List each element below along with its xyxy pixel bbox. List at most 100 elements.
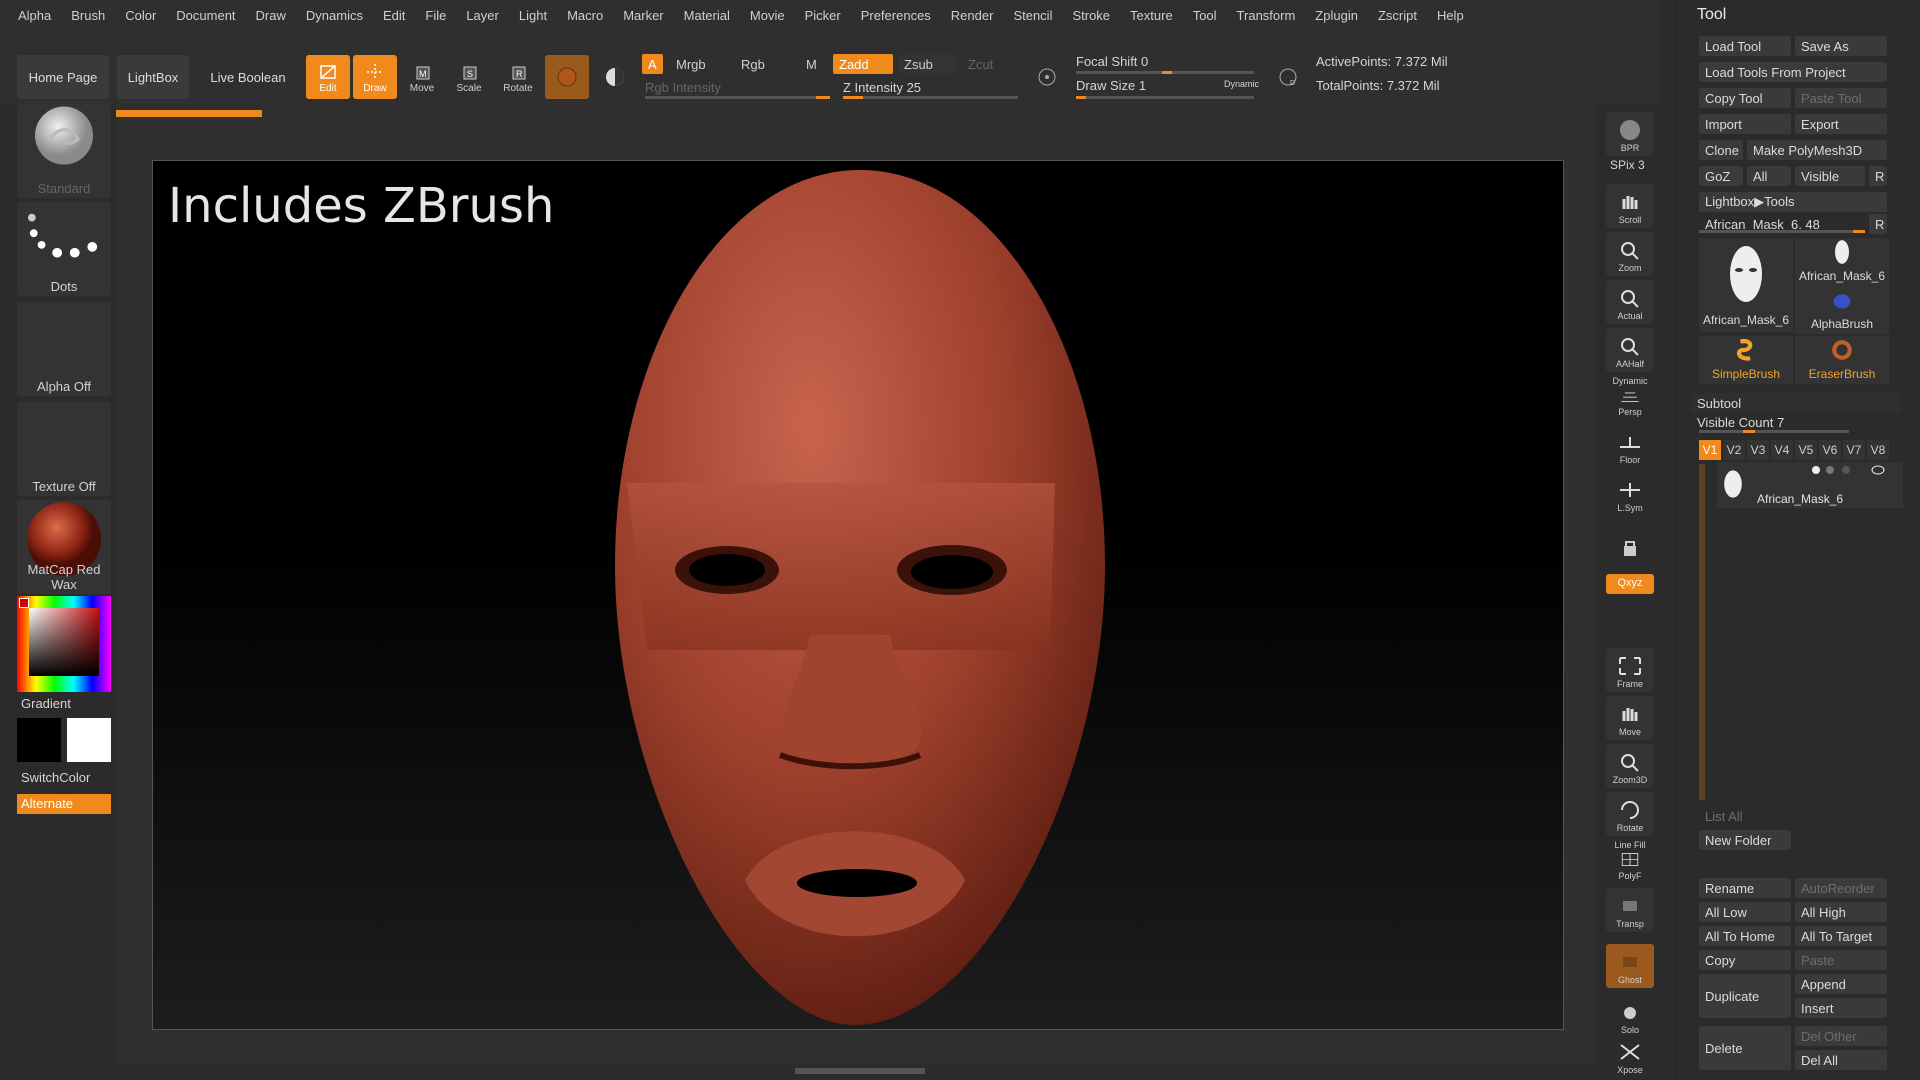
menu-item-material[interactable]: Material — [674, 8, 740, 23]
dynamic-toggle[interactable]: Dynamic — [1224, 79, 1259, 89]
xyz-toggle[interactable]: Qxyz — [1606, 574, 1654, 594]
tool-thumb-eraserbrush[interactable]: EraserBrush — [1795, 336, 1889, 384]
append-button[interactable]: Append — [1795, 974, 1887, 994]
rgb-toggle[interactable]: Rgb — [735, 54, 771, 74]
polyf-button[interactable]: Line Fill PolyF — [1606, 840, 1654, 884]
canvas-scroll-handle[interactable] — [795, 1068, 925, 1074]
visible-count-knob[interactable] — [1743, 430, 1755, 433]
draw-size-knob[interactable] — [1076, 96, 1086, 99]
draw-button[interactable]: Draw — [353, 55, 397, 99]
color-sv-square[interactable] — [29, 608, 99, 676]
menu-item-marker[interactable]: Marker — [613, 8, 673, 23]
zsub-toggle[interactable]: Zsub — [898, 54, 956, 74]
tool-thumb-simplebrush[interactable]: SimpleBrush — [1699, 336, 1793, 384]
focal-shift-knob[interactable] — [1162, 71, 1172, 74]
import-button[interactable]: Import — [1699, 114, 1791, 134]
visibility-set-v4[interactable]: V4 — [1771, 440, 1793, 460]
autoreorder-button[interactable]: AutoReorder — [1795, 878, 1887, 898]
secondary-color-swatch[interactable] — [67, 718, 111, 762]
goz-all-button[interactable]: All — [1747, 166, 1791, 186]
menu-item-document[interactable]: Document — [166, 8, 245, 23]
menu-item-stroke[interactable]: Stroke — [1062, 8, 1120, 23]
persp-button[interactable]: Dynamic Persp — [1606, 376, 1654, 420]
edit-button[interactable]: Edit — [306, 55, 350, 99]
paste-tool-button[interactable]: Paste Tool — [1795, 88, 1887, 108]
zcut-toggle[interactable]: Zcut — [962, 54, 999, 74]
m-toggle[interactable]: M — [800, 54, 823, 74]
menu-item-layer[interactable]: Layer — [456, 8, 509, 23]
transp-button[interactable]: Transp — [1606, 888, 1654, 932]
dynamic-d-button[interactable]: D — [1266, 55, 1310, 99]
floor-button[interactable]: Floor — [1606, 424, 1654, 468]
all-to-home-button[interactable]: All To Home — [1699, 926, 1791, 946]
move3d-button[interactable]: Move — [1606, 696, 1654, 740]
color-picker[interactable] — [17, 596, 111, 692]
move-button[interactable]: M Move — [400, 55, 444, 99]
visibility-set-v5[interactable]: V5 — [1795, 440, 1817, 460]
zoom3d-button[interactable]: Zoom3D — [1606, 744, 1654, 788]
rotate3d-button[interactable]: Rotate — [1606, 792, 1654, 836]
visibility-set-v1[interactable]: V1 — [1699, 440, 1721, 460]
xpose-button[interactable]: Xpose — [1606, 1034, 1654, 1078]
save-as-button[interactable]: Save As — [1795, 36, 1887, 56]
lsym-button[interactable]: L.Sym — [1606, 472, 1654, 516]
menu-item-movie[interactable]: Movie — [740, 8, 795, 23]
all-to-target-button[interactable]: All To Target — [1795, 926, 1887, 946]
lightbox-tools-button[interactable]: Lightbox▶Tools — [1699, 192, 1887, 212]
subtool-item[interactable]: African_Mask_6 — [1717, 462, 1903, 508]
spix-slider[interactable]: SPix 3 — [1610, 158, 1645, 172]
alternate-button[interactable]: Alternate — [17, 794, 111, 814]
all-high-button[interactable]: All High — [1795, 902, 1887, 922]
focal-shift-icon-button[interactable] — [1025, 55, 1069, 99]
visibility-set-v7[interactable]: V7 — [1843, 440, 1865, 460]
copy-button[interactable]: Copy — [1699, 950, 1791, 970]
menu-item-texture[interactable]: Texture — [1120, 8, 1183, 23]
menu-item-preferences[interactable]: Preferences — [851, 8, 941, 23]
zadd-toggle[interactable]: Zadd — [833, 54, 893, 74]
actual-button[interactable]: Actual — [1606, 280, 1654, 324]
menu-item-draw[interactable]: Draw — [246, 8, 296, 23]
menu-item-color[interactable]: Color — [115, 8, 166, 23]
a-toggle[interactable]: A — [642, 54, 663, 74]
primary-color-swatch[interactable] — [17, 718, 61, 762]
menu-item-brush[interactable]: Brush — [61, 8, 115, 23]
load-tools-from-project-button[interactable]: Load Tools From Project — [1699, 62, 1887, 82]
make-polymesh3d-button[interactable]: Make PolyMesh3D — [1747, 140, 1887, 160]
subtool-scrollbar[interactable] — [1699, 464, 1705, 800]
menu-item-dynamics[interactable]: Dynamics — [296, 8, 373, 23]
menu-item-zplugin[interactable]: Zplugin — [1305, 8, 1368, 23]
duplicate-button[interactable]: Duplicate — [1699, 974, 1791, 1018]
insert-button[interactable]: Insert — [1795, 998, 1887, 1018]
copy-tool-button[interactable]: Copy Tool — [1699, 88, 1791, 108]
scale-button[interactable]: S Scale — [447, 55, 491, 99]
menu-item-edit[interactable]: Edit — [373, 8, 415, 23]
scroll-button[interactable]: Scroll — [1606, 184, 1654, 228]
z-intensity-track[interactable] — [843, 96, 1018, 99]
current-tool-r-button[interactable]: R — [1869, 214, 1887, 234]
focal-shift-slider[interactable]: Focal Shift 0 — [1076, 54, 1148, 69]
subtool-header[interactable]: Subtool — [1691, 393, 1901, 413]
menu-item-zscript[interactable]: Zscript — [1368, 8, 1427, 23]
ghost-button[interactable]: Ghost — [1606, 944, 1654, 988]
gradient-label[interactable]: Gradient — [21, 696, 71, 711]
brush-tile[interactable]: Standard — [17, 104, 111, 198]
paste-button[interactable]: Paste — [1795, 950, 1887, 970]
menu-item-tool[interactable]: Tool — [1183, 8, 1227, 23]
bpr-button[interactable]: BPR — [1606, 112, 1654, 156]
new-folder-button[interactable]: New Folder — [1699, 830, 1791, 850]
lightbox-button[interactable]: LightBox — [117, 55, 189, 99]
menu-item-render[interactable]: Render — [941, 8, 1004, 23]
list-all-button[interactable]: List All — [1699, 806, 1791, 826]
clone-button[interactable]: Clone — [1699, 140, 1743, 160]
z-intensity-slider[interactable]: Z Intensity 25 — [843, 80, 921, 95]
color-picker-marker[interactable] — [19, 598, 29, 608]
current-tool-knob[interactable] — [1853, 230, 1865, 233]
rgb-intensity-track[interactable] — [645, 96, 830, 99]
rgb-intensity-knob[interactable] — [816, 96, 830, 99]
stroke-tile[interactable]: Dots — [17, 202, 111, 296]
solo-button[interactable]: Solo — [1606, 994, 1654, 1038]
tool-palette-header[interactable]: Tool — [1677, 0, 1920, 30]
menu-item-file[interactable]: File — [415, 8, 456, 23]
visibility-set-v8[interactable]: V8 — [1867, 440, 1889, 460]
visibility-set-v2[interactable]: V2 — [1723, 440, 1745, 460]
